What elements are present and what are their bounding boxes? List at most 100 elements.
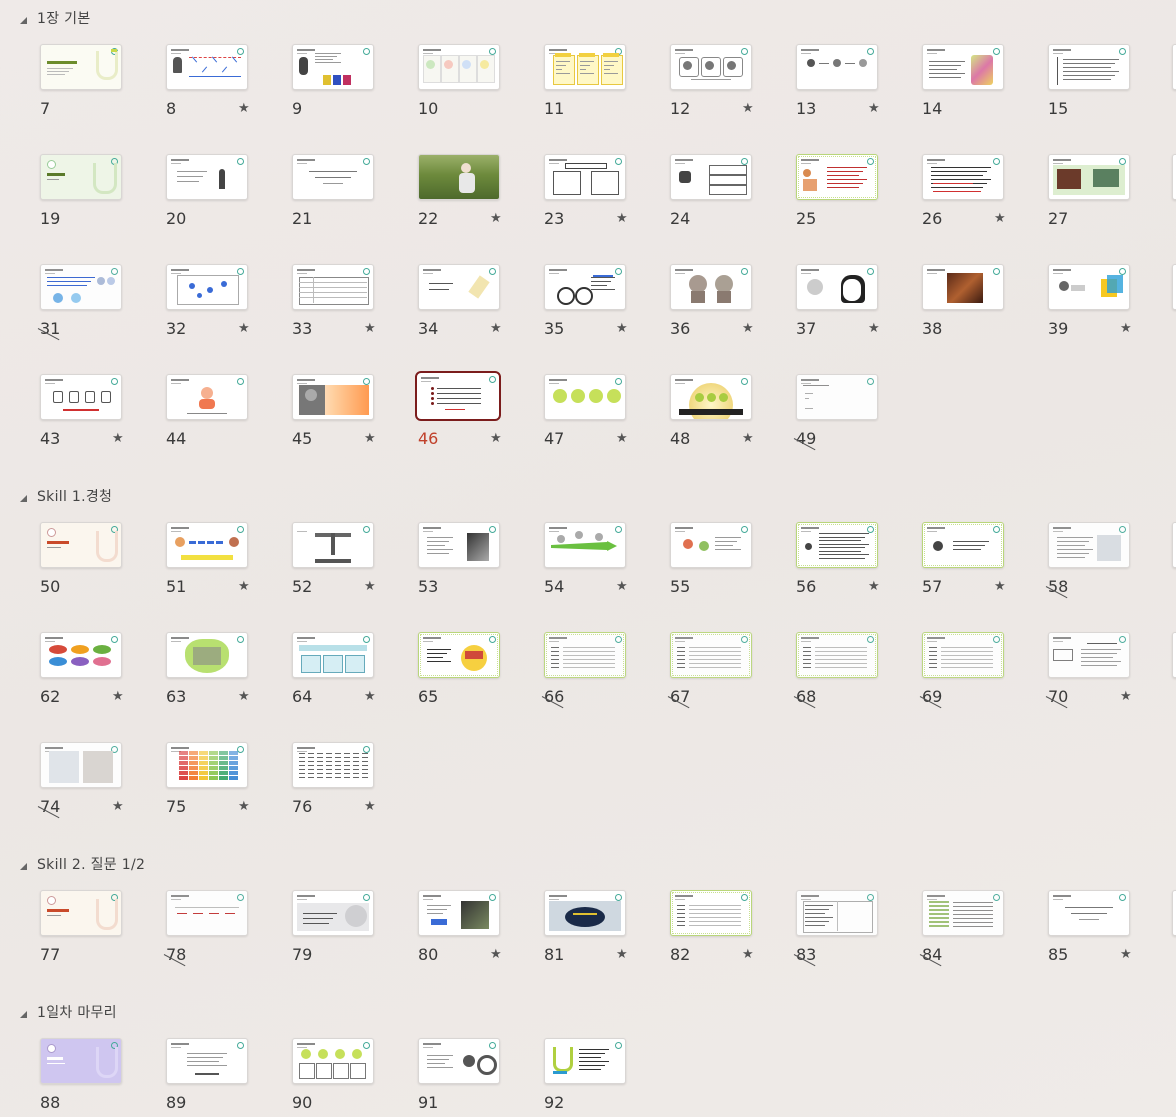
slide-preview[interactable] xyxy=(1048,154,1130,200)
slide-preview[interactable] xyxy=(415,371,501,421)
slide-preview[interactable] xyxy=(544,154,626,200)
slide-preview[interactable] xyxy=(670,264,752,310)
slide-preview[interactable] xyxy=(922,264,1004,310)
slide-thumbnail-item[interactable]: 39 ★ xyxy=(1048,264,1132,338)
slide-preview[interactable] xyxy=(796,522,878,568)
slide-thumbnail-item[interactable]: 51 ★ xyxy=(166,522,250,596)
slide-thumbnail-item[interactable]: 10 xyxy=(418,44,502,118)
slide-preview[interactable] xyxy=(418,522,500,568)
slide-preview[interactable] xyxy=(922,632,1004,678)
slide-preview[interactable] xyxy=(1048,890,1130,936)
slide-preview[interactable] xyxy=(166,742,248,788)
slide-thumbnail-item[interactable]: 74 ★ xyxy=(37,742,124,819)
slide-thumbnail-item[interactable]: 78 xyxy=(163,890,250,967)
slide-preview[interactable] xyxy=(40,154,122,200)
slide-thumbnail-item[interactable]: 8 ★ xyxy=(166,44,250,118)
slide-preview[interactable] xyxy=(40,522,122,568)
slide-preview[interactable] xyxy=(40,374,122,420)
section-header[interactable]: Skill 2. 질문 1/2 xyxy=(20,854,145,874)
slide-preview[interactable] xyxy=(922,44,1004,90)
slide-thumbnail-item[interactable]: 80 ★ xyxy=(418,890,502,964)
slide-preview[interactable] xyxy=(670,44,752,90)
slide-preview[interactable] xyxy=(1048,632,1130,678)
slide-thumbnail-item[interactable]: 9 xyxy=(292,44,376,118)
slide-preview[interactable] xyxy=(40,1038,122,1084)
slide-preview[interactable] xyxy=(544,632,626,678)
slide-preview[interactable] xyxy=(292,632,374,678)
slide-preview[interactable] xyxy=(922,154,1004,200)
slide-thumbnail-item[interactable]: 31 xyxy=(37,264,124,341)
slide-preview[interactable] xyxy=(1048,522,1130,568)
slide-preview[interactable] xyxy=(166,522,248,568)
slide-thumbnail-item[interactable]: 88 xyxy=(40,1038,124,1112)
slide-thumbnail-item[interactable]: 70 ★ xyxy=(1045,632,1132,709)
slide-preview[interactable] xyxy=(292,742,374,788)
slide-thumbnail-item[interactable]: 58 xyxy=(1045,522,1132,599)
slide-thumbnail-item[interactable]: 57 ★ xyxy=(922,522,1006,596)
slide-preview[interactable] xyxy=(292,1038,374,1084)
slide-preview[interactable] xyxy=(40,44,122,90)
slide-preview[interactable] xyxy=(796,374,878,420)
slide-thumbnail-item[interactable]: 35 ★ xyxy=(544,264,628,338)
slide-preview[interactable] xyxy=(292,154,374,200)
slide-thumbnail-item[interactable]: 82 ★ xyxy=(670,890,754,964)
slide-preview[interactable] xyxy=(670,890,752,936)
slide-thumbnail-item[interactable]: 92 xyxy=(544,1038,628,1112)
slide-preview[interactable] xyxy=(670,632,752,678)
slide-thumbnail-item[interactable]: 69 xyxy=(919,632,1006,709)
slide-preview[interactable] xyxy=(922,522,1004,568)
slide-preview[interactable] xyxy=(544,374,626,420)
slide-thumbnail-item[interactable]: 24 xyxy=(670,154,754,228)
slide-thumbnail-item[interactable]: 44 xyxy=(166,374,250,448)
slide-preview[interactable] xyxy=(418,154,500,200)
slide-thumbnail-item[interactable]: 66 xyxy=(541,632,628,709)
slide-preview[interactable] xyxy=(796,890,878,936)
slide-preview[interactable] xyxy=(670,522,752,568)
slide-preview[interactable] xyxy=(418,632,500,678)
slide-preview-partial[interactable] xyxy=(1172,522,1176,568)
slide-thumbnail-item[interactable]: 11 xyxy=(544,44,628,118)
slide-thumbnail-item[interactable]: 38 xyxy=(922,264,1006,338)
slide-thumbnail-item[interactable]: 15 xyxy=(1048,44,1132,118)
slide-preview[interactable] xyxy=(40,632,122,678)
slide-thumbnail-item[interactable]: 47 ★ xyxy=(544,374,628,448)
slide-thumbnail-item[interactable]: 76 ★ xyxy=(292,742,376,816)
slide-preview[interactable] xyxy=(1048,44,1130,90)
slide-thumbnail-item[interactable]: 65 xyxy=(418,632,502,706)
slide-preview[interactable] xyxy=(544,522,626,568)
slide-preview[interactable] xyxy=(40,264,122,310)
slide-preview[interactable] xyxy=(670,154,752,200)
slide-preview[interactable] xyxy=(418,44,500,90)
slide-preview[interactable] xyxy=(292,374,374,420)
slide-preview[interactable] xyxy=(544,890,626,936)
slide-thumbnail-item[interactable]: 55 xyxy=(670,522,754,596)
slide-thumbnail-item[interactable]: 64 ★ xyxy=(292,632,376,706)
slide-thumbnail-item[interactable]: 56 ★ xyxy=(796,522,880,596)
slide-thumbnail-item[interactable]: 19 xyxy=(40,154,124,228)
slide-preview[interactable] xyxy=(796,264,878,310)
slide-thumbnail-item[interactable]: 43 ★ xyxy=(40,374,124,448)
slide-thumbnail-item[interactable]: 54 ★ xyxy=(544,522,628,596)
slide-thumbnail-item[interactable]: 26 ★ xyxy=(922,154,1006,228)
collapse-triangle-icon[interactable] xyxy=(20,494,27,502)
slide-thumbnail-item[interactable]: 75 ★ xyxy=(166,742,250,816)
slide-thumbnail-item[interactable]: 81 ★ xyxy=(544,890,628,964)
collapse-triangle-icon[interactable] xyxy=(20,1010,27,1018)
slide-thumbnail-item[interactable]: 20 xyxy=(166,154,250,228)
slide-thumbnail-item[interactable]: 85 ★ xyxy=(1048,890,1132,964)
slide-preview[interactable] xyxy=(292,264,374,310)
slide-preview[interactable] xyxy=(40,742,122,788)
slide-preview[interactable] xyxy=(418,264,500,310)
slide-preview-partial[interactable] xyxy=(1172,264,1176,310)
collapse-triangle-icon[interactable] xyxy=(20,862,27,870)
slide-preview[interactable] xyxy=(166,154,248,200)
slide-thumbnail-item[interactable]: 53 xyxy=(418,522,502,596)
slide-thumbnail-item[interactable]: 63 ★ xyxy=(166,632,250,706)
slide-preview-partial[interactable] xyxy=(1172,632,1176,678)
slide-thumbnail-item[interactable]: 27 xyxy=(1048,154,1132,228)
slide-thumbnail-item[interactable]: 46 ★ xyxy=(415,371,502,448)
slide-thumbnail-item[interactable]: 48 ★ xyxy=(670,374,754,448)
slide-thumbnail-item[interactable]: 32 ★ xyxy=(166,264,250,338)
slide-preview[interactable] xyxy=(292,890,374,936)
slide-preview[interactable] xyxy=(544,1038,626,1084)
